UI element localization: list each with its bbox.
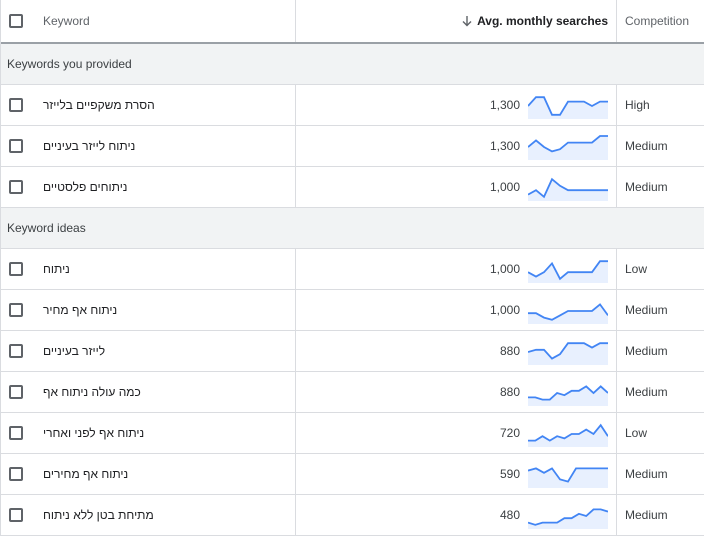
keyword-text: ניתוח אף לפני ואחרי [31,413,296,453]
competition-value: Low [625,426,648,440]
avg-monthly-searches-value: 590 [499,467,520,481]
keyword-row: מתיחת בטן ללא ניתוח 480 Medium [1,495,704,536]
competition-value: High [625,98,650,112]
table-body: Keywords you provided הסרת משקפיים בלייזר… [1,44,704,536]
competition-value: Medium [625,180,668,194]
competition-value: Medium [625,303,668,317]
trend-sparkline [528,135,608,160]
row-checkbox[interactable] [9,467,23,481]
keyword-text: ניתוחים פלסטיים [31,167,296,207]
trend-area [528,386,608,406]
avg-monthly-searches-value: 880 [499,385,520,399]
keyword-row: ניתוח אף מחירים 590 Medium [1,454,704,495]
keyword-row: ניתוח לייזר בעיניים 1,300 Medium [1,126,704,167]
row-checkbox[interactable] [9,262,23,276]
trend-sparkline [528,423,608,447]
avg-monthly-searches-value: 880 [499,344,520,358]
keyword-text: הסרת משקפיים בלייזר [31,85,296,125]
trend-sparkline [528,467,608,488]
avg-monthly-searches-value: 1,300 [489,98,520,112]
row-checkbox[interactable] [9,139,23,153]
row-checkbox-cell [1,372,31,412]
keyword-text: ניתוח אף מחיר [31,290,296,330]
trend-sparkline [528,96,608,119]
row-checkbox[interactable] [9,385,23,399]
trend-sparkline [528,342,608,365]
trend-area [528,97,608,119]
row-checkbox[interactable] [9,303,23,317]
avg-monthly-searches-cell: 720 [296,413,617,453]
keyword-row: ניתוחים פלסטיים 1,000 Medium [1,167,704,208]
avg-monthly-searches-cell: 1,000 [296,290,617,330]
avg-monthly-searches-cell: 880 [296,372,617,412]
row-checkbox[interactable] [9,426,23,440]
avg-monthly-searches-cell: 1,300 [296,85,617,125]
avg-monthly-searches-cell: 590 [296,454,617,494]
select-all-checkbox[interactable] [9,14,23,28]
competition-value: Medium [625,385,668,399]
trend-sparkline [528,385,608,406]
row-checkbox-cell [1,413,31,453]
avg-monthly-searches-value: 1,000 [489,262,520,276]
row-checkbox[interactable] [9,98,23,112]
keyword-row: לייזר בעיניים 880 Medium [1,331,704,372]
competition-value: Medium [625,508,668,522]
avg-monthly-searches-cell: 1,300 [296,126,617,166]
row-checkbox-cell [1,454,31,494]
keyword-column-header[interactable]: Keyword [31,0,296,42]
row-checkbox[interactable] [9,180,23,194]
avg-monthly-searches-cell: 480 [296,495,617,535]
keyword-row: כמה עולה ניתוח אף 880 Medium [1,372,704,413]
competition-column-header[interactable]: Competition [617,0,704,42]
trend-sparkline [528,177,608,201]
keyword-row: ניתוח אף לפני ואחרי 720 Low [1,413,704,454]
keyword-text: ניתוח לייזר בעיניים [31,126,296,166]
keyword-row: ניתוח 1,000 Low [1,249,704,290]
row-checkbox-cell [1,249,31,289]
keyword-text: ניתוח [31,249,296,289]
avg-monthly-searches-cell: 1,000 [296,249,617,289]
avg-monthly-searches-column-header[interactable]: Avg. monthly searches [296,0,617,42]
keyword-table: Keyword Avg. monthly searches Competitio… [0,0,704,536]
keyword-text: ניתוח אף מחירים [31,454,296,494]
row-checkbox-cell [1,85,31,125]
sort-descending-icon [461,15,473,27]
row-checkbox-cell [1,126,31,166]
row-checkbox[interactable] [9,508,23,522]
trend-area [528,509,608,529]
avg-monthly-searches-label: Avg. monthly searches [477,14,608,28]
select-all-cell [1,0,31,42]
row-checkbox-cell [1,167,31,207]
avg-monthly-searches-value: 480 [499,508,520,522]
avg-monthly-searches-cell: 1,000 [296,167,617,207]
keyword-text: לייזר בעיניים [31,331,296,371]
keyword-text: מתיחת בטן ללא ניתוח [31,495,296,535]
avg-monthly-searches-cell: 880 [296,331,617,371]
row-checkbox-cell [1,290,31,330]
competition-value: Medium [625,344,668,358]
trend-sparkline [528,508,608,529]
trend-sparkline [528,303,608,324]
competition-value: Medium [625,139,668,153]
trend-sparkline [528,260,608,283]
competition-value: Low [625,262,648,276]
section-header: Keyword ideas [1,208,704,249]
trend-area [528,343,608,365]
keyword-row: ניתוח אף מחיר 1,000 Medium [1,290,704,331]
row-checkbox-cell [1,495,31,535]
row-checkbox-cell [1,331,31,371]
avg-monthly-searches-value: 720 [499,426,520,440]
avg-monthly-searches-value: 1,000 [489,180,520,194]
avg-monthly-searches-value: 1,000 [489,303,520,317]
competition-value: Medium [625,467,668,481]
table-header: Keyword Avg. monthly searches Competitio… [1,0,704,44]
section-header: Keywords you provided [1,44,704,85]
avg-monthly-searches-value: 1,300 [489,139,520,153]
row-checkbox[interactable] [9,344,23,358]
keyword-row: הסרת משקפיים בלייזר 1,300 High [1,85,704,126]
keyword-text: כמה עולה ניתוח אף [31,372,296,412]
